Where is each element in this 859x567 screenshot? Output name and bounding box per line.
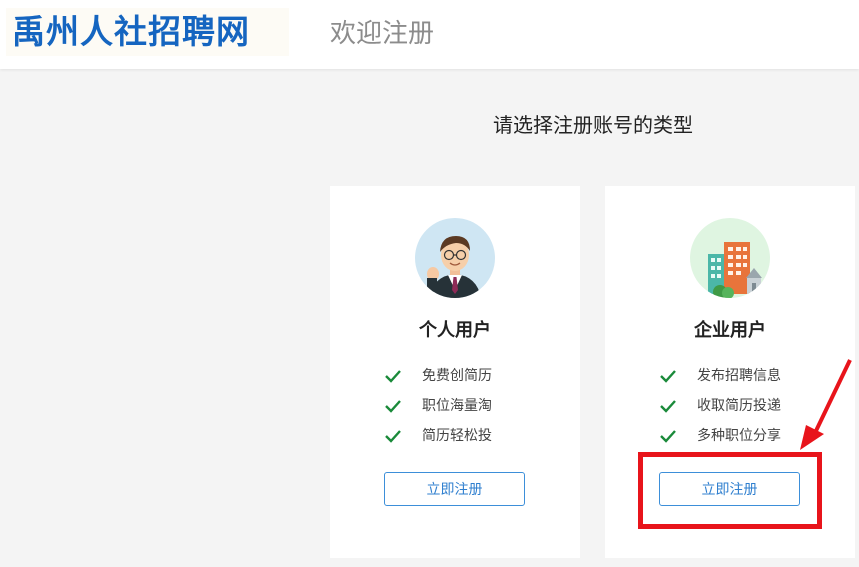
person-avatar-icon xyxy=(415,218,495,298)
check-icon xyxy=(660,370,676,383)
feature-label: 简历轻松投 xyxy=(422,428,492,444)
feature-item: 免费创简历 xyxy=(385,365,555,395)
feature-item: 简历轻松投 xyxy=(385,425,555,455)
feature-label: 职位海量淘 xyxy=(422,398,492,414)
check-icon xyxy=(385,370,401,383)
personal-register-button[interactable]: 立即注册 xyxy=(384,472,525,506)
feature-label: 收取简历投递 xyxy=(697,398,781,414)
account-type-prompt: 请选择注册账号的类型 xyxy=(493,113,693,137)
page-title: 欢迎注册 xyxy=(330,19,435,49)
annotation-highlight-box xyxy=(638,452,822,529)
check-icon xyxy=(660,400,676,413)
annotation-arrow-icon xyxy=(800,359,852,450)
feature-label: 多种职位分享 xyxy=(697,428,781,444)
personal-user-card: 个人用户 免费创简历 职位海量淘 简历轻松投 立即注册 xyxy=(330,186,580,558)
check-icon xyxy=(660,430,676,443)
feature-list: 免费创简历 职位海量淘 简历轻松投 xyxy=(385,365,555,455)
site-logo[interactable]: 禹州人社招聘网 xyxy=(6,8,289,56)
building-icon xyxy=(690,218,770,298)
check-icon xyxy=(385,430,401,443)
site-header: 禹州人社招聘网 欢迎注册 xyxy=(0,0,859,69)
logo-text: 禹州人社招聘网 xyxy=(12,12,250,51)
card-title: 个人用户 xyxy=(419,320,491,341)
feature-label: 免费创简历 xyxy=(422,368,492,384)
feature-item: 职位海量淘 xyxy=(385,395,555,425)
card-title: 企业用户 xyxy=(694,320,766,341)
check-icon xyxy=(385,400,401,413)
feature-label: 发布招聘信息 xyxy=(697,368,781,384)
